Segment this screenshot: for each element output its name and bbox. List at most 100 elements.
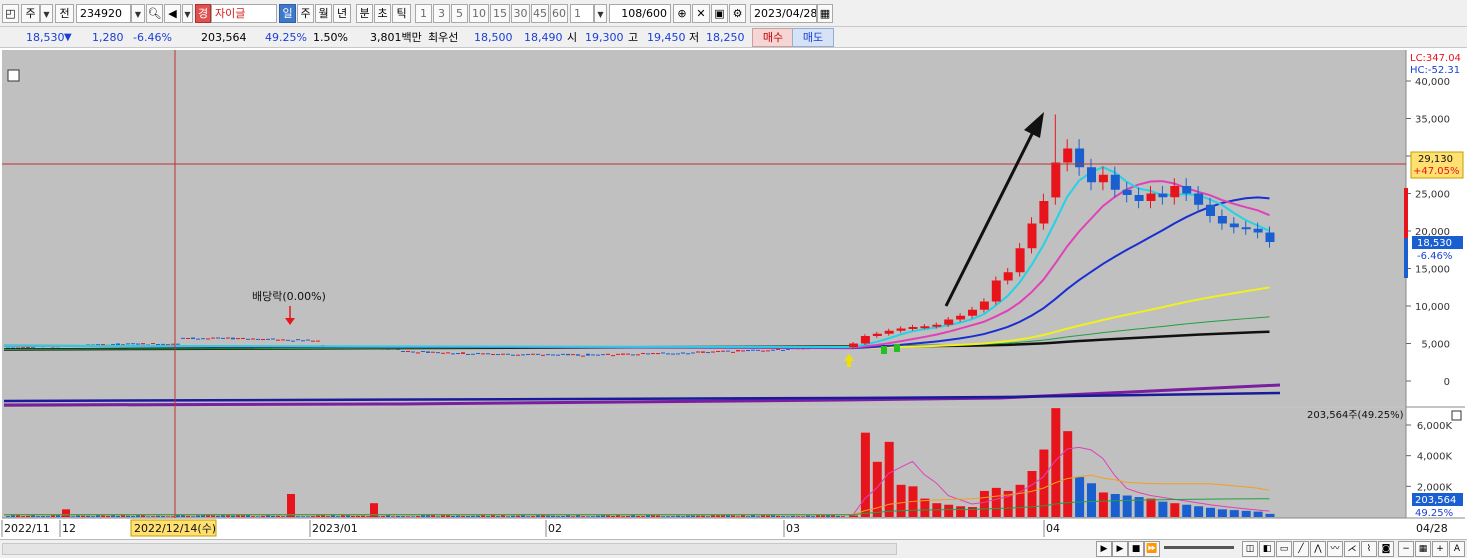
- volume-bar-early: [86, 515, 90, 517]
- volume-ratio: 49.25%: [265, 31, 307, 44]
- camera-icon[interactable]: ◙: [1378, 541, 1394, 557]
- speaker-dropdown-icon[interactable]: ▼: [182, 4, 193, 23]
- horizontal-scrollbar[interactable]: [2, 543, 897, 555]
- sell-button[interactable]: 매도: [792, 28, 834, 47]
- volume-bar-early: [261, 515, 265, 517]
- volume-bar: [1087, 483, 1096, 517]
- stock-name-field[interactable]: 자이글: [211, 4, 277, 23]
- tab-month[interactable]: 월: [315, 4, 332, 23]
- interval-5[interactable]: 5: [451, 4, 468, 23]
- fast-forward-icon[interactable]: ⏩: [1144, 541, 1160, 557]
- volume-bar-early: [631, 515, 635, 517]
- candle-early: [646, 353, 650, 355]
- candle-early: [776, 348, 780, 350]
- candle-early: [666, 353, 670, 355]
- draw-tool-icon[interactable]: ✕: [692, 4, 710, 23]
- date-input[interactable]: 2023/04/28: [750, 4, 817, 23]
- volume-bar-early: [121, 515, 125, 517]
- volume-bar-early: [761, 515, 765, 517]
- interval-input[interactable]: 1: [570, 4, 594, 23]
- crosshair-icon[interactable]: ⊕: [673, 4, 691, 23]
- speaker-icon[interactable]: ◀︎: [164, 4, 181, 23]
- candle-body: [944, 319, 954, 325]
- tab-tick[interactable]: 틱: [392, 4, 411, 23]
- candle-early: [566, 353, 570, 356]
- interval-60[interactable]: 60: [550, 4, 568, 23]
- candle-early: [691, 352, 695, 354]
- candle-early: [451, 353, 455, 355]
- calendar-bottom-icon[interactable]: ▦: [1415, 541, 1431, 557]
- interval-15[interactable]: 15: [490, 4, 510, 23]
- interval-dropdown-icon[interactable]: ▼: [594, 4, 607, 23]
- volume-bar-early: [541, 515, 545, 517]
- period-dropdown-icon[interactable]: ▼: [40, 4, 53, 23]
- tab-second[interactable]: 초: [374, 4, 391, 23]
- gear-icon[interactable]: ⚙: [729, 4, 746, 23]
- zoom-slider[interactable]: [1164, 546, 1234, 549]
- range-field[interactable]: 108/600: [609, 4, 671, 23]
- cycle-tool-icon[interactable]: ⌇: [1361, 541, 1377, 557]
- volume-bar-early: [196, 515, 200, 517]
- save-icon[interactable]: ▣: [711, 4, 728, 23]
- stock-code-input[interactable]: 234920: [76, 4, 131, 23]
- text-size-icon[interactable]: A: [1449, 541, 1465, 557]
- volume-bar-early: [306, 516, 310, 517]
- price-axis-label: 40,000: [1415, 77, 1450, 88]
- tab-minute[interactable]: 분: [356, 4, 373, 23]
- interval-1[interactable]: 1: [415, 4, 432, 23]
- candle-early: [561, 353, 565, 355]
- candle-early: [311, 340, 315, 342]
- interval-10[interactable]: 10: [469, 4, 489, 23]
- search-icon[interactable]: 🔍︎: [146, 4, 163, 23]
- candle-body: [920, 326, 930, 329]
- fib-tool-icon[interactable]: ⋌: [1344, 541, 1360, 557]
- candle-early: [246, 338, 250, 340]
- volume-bar-early: [231, 515, 235, 517]
- interval-30[interactable]: 30: [511, 4, 530, 23]
- zigzag-tool-icon[interactable]: ⋀: [1310, 541, 1326, 557]
- volume-bar-early: [801, 516, 805, 517]
- volume-bar-early: [506, 516, 510, 517]
- calendar-icon[interactable]: ▦: [817, 4, 833, 23]
- candle-body: [1051, 162, 1061, 198]
- panel-menu-icon[interactable]: [7, 69, 20, 82]
- volume-bar-early: [241, 515, 245, 517]
- volume-bar-early: [11, 515, 15, 517]
- prev-button[interactable]: 전: [55, 4, 74, 23]
- candle-body: [1015, 248, 1025, 273]
- stop-icon[interactable]: ■: [1128, 541, 1144, 557]
- volume-bar-early: [76, 515, 80, 517]
- candle-early: [786, 348, 790, 350]
- layout-icon-3[interactable]: ▭: [1276, 541, 1292, 557]
- scroll-right-icon[interactable]: ▶: [1096, 541, 1112, 557]
- volume-bar-early: [276, 515, 280, 517]
- candle-early: [541, 354, 545, 356]
- buy-button[interactable]: 매수: [752, 28, 794, 47]
- volume-bar: [896, 484, 906, 517]
- line-tool-icon[interactable]: ╱: [1293, 541, 1309, 557]
- period-selector[interactable]: 주: [21, 4, 40, 23]
- code-dropdown-icon[interactable]: ▼: [131, 4, 145, 23]
- volume-bar-early: [521, 515, 525, 517]
- candle-body: [1039, 201, 1049, 224]
- plus-icon[interactable]: +: [1432, 541, 1448, 557]
- volume-bar-early: [416, 516, 420, 517]
- tab-year[interactable]: 년: [333, 4, 351, 23]
- volume-panel-icon[interactable]: [1451, 410, 1462, 421]
- wave-tool-icon[interactable]: 〰: [1327, 541, 1343, 557]
- chart-svg[interactable]: 배당락(0.00%) LC:347.04 HC:-52.31 40,000 35,…: [0, 48, 1467, 540]
- candle-early: [576, 354, 580, 356]
- volume-bar-early: [466, 515, 470, 517]
- minus-icon[interactable]: −: [1398, 541, 1414, 557]
- play-icon[interactable]: ▶: [1112, 541, 1128, 557]
- chart-type-icon[interactable]: ◰: [2, 4, 19, 23]
- layout-icon-2[interactable]: ◧: [1259, 541, 1275, 557]
- chart-area[interactable]: 배당락(0.00%) LC:347.04 HC:-52.31 40,000 35,…: [0, 48, 1467, 540]
- interval-45[interactable]: 45: [531, 4, 549, 23]
- layout-icon-1[interactable]: ◫: [1242, 541, 1258, 557]
- interval-3[interactable]: 3: [433, 4, 450, 23]
- tab-week[interactable]: 주: [297, 4, 314, 23]
- tab-day[interactable]: 일: [279, 4, 296, 23]
- volume-bar: [1170, 503, 1180, 517]
- best-quote-label: 최우선: [428, 31, 459, 44]
